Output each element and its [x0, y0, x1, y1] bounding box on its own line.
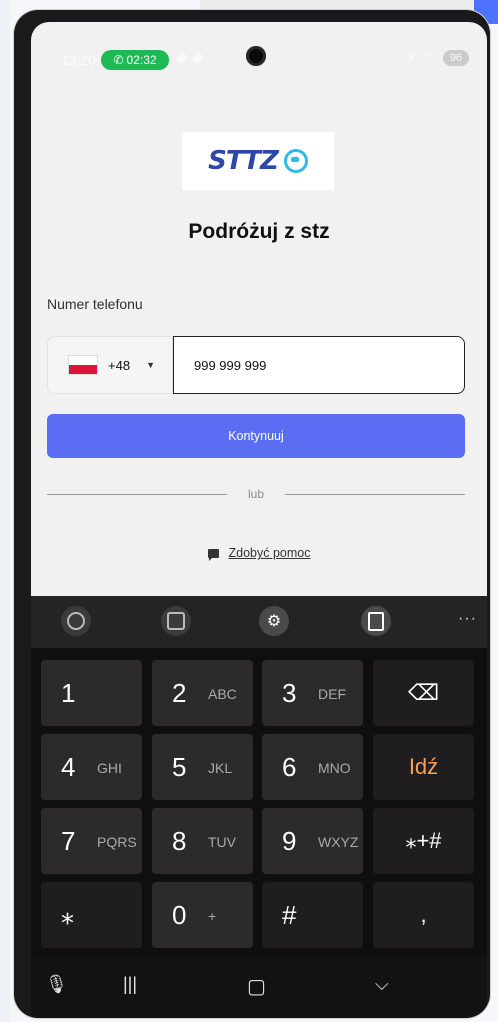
key-8[interactable]: 8 TUV	[152, 808, 253, 874]
divider-line	[47, 494, 227, 495]
battery-indicator: 96	[442, 50, 469, 66]
caret-down-icon: ▼	[146, 360, 155, 370]
clipboard-icon	[368, 611, 384, 631]
more-options-button[interactable]: ···	[458, 610, 477, 628]
continue-button-label: Kontynuuj	[228, 429, 284, 443]
back-icon[interactable]: ⌵	[375, 974, 389, 995]
phone-screen: 13:20 ✆ 02:32 ✕ ◠ 96 STTZ Podróżuj z stz…	[31, 22, 487, 1018]
key-9[interactable]: 9 WXYZ	[262, 808, 363, 874]
notification-icon	[193, 53, 203, 63]
country-code-select[interactable]: +48 ▼	[47, 336, 173, 394]
key-0[interactable]: 0 +	[152, 882, 253, 948]
divider-text: lub	[247, 487, 264, 501]
recent-apps-icon[interactable]: |||	[123, 974, 137, 995]
keyboard-settings-button[interactable]: ⚙	[259, 606, 289, 636]
key-4[interactable]: 4 GHI	[41, 734, 142, 800]
key-asterisk[interactable]: ⁎	[41, 882, 142, 948]
home-icon[interactable]: ▢	[247, 974, 266, 999]
continue-button[interactable]: Kontynuuj	[47, 414, 465, 458]
ongoing-call-pill[interactable]: ✆ 02:32	[101, 50, 169, 70]
mute-icon: ✕	[406, 51, 417, 65]
app-logo: STTZ	[182, 132, 334, 190]
phone-icon: ✆	[113, 53, 124, 67]
poland-flag-icon	[68, 355, 98, 375]
page-title: Podróżuj z stz	[188, 220, 330, 243]
notification-icon	[177, 53, 187, 63]
front-camera	[246, 46, 266, 66]
microphone-icon[interactable]: 🎙	[45, 974, 68, 995]
sticker-icon	[167, 612, 185, 630]
phone-number-label: Numer telefonu	[47, 296, 143, 312]
phone-number-value: 999 999 999	[194, 357, 267, 373]
phone-frame: 13:20 ✆ 02:32 ✕ ◠ 96 STTZ Podróżuj z stz…	[14, 10, 490, 1018]
status-notification-icons	[177, 53, 203, 63]
comma-key-label: ,	[420, 902, 427, 927]
go-key[interactable]: Idź	[373, 734, 474, 800]
chat-icon	[207, 548, 219, 561]
logo-wordmark: STTZ	[208, 146, 279, 176]
key-hash[interactable]: #	[262, 882, 363, 948]
key-3[interactable]: 3 DEF	[262, 660, 363, 726]
desktop-background	[0, 0, 10, 1022]
gear-icon: ⚙	[266, 613, 282, 630]
page: 13:20 ✆ 02:32 ✕ ◠ 96 STTZ Podróżuj z stz…	[0, 0, 498, 1022]
status-time: 13:20	[61, 52, 97, 68]
system-navigation-bar: 🎙 ||| ▢ ⌵	[31, 954, 487, 1018]
key-5[interactable]: 5 JKL	[152, 734, 253, 800]
key-7[interactable]: 7 PQRS	[41, 808, 142, 874]
backspace-icon: ⌫	[407, 680, 440, 705]
symbols-key-label: ⁎+#	[405, 828, 442, 853]
status-system-icons: ✕ ◠ 96	[406, 50, 469, 66]
emoji-icon	[67, 612, 85, 630]
comma-key[interactable]: ,	[373, 882, 474, 948]
sticker-button[interactable]	[161, 606, 191, 636]
clipboard-button[interactable]	[361, 606, 391, 636]
phone-number-input[interactable]: 999 999 999	[173, 336, 465, 394]
symbols-key[interactable]: ⁎+#	[373, 808, 474, 874]
key-6[interactable]: 6 MNO	[262, 734, 363, 800]
key-1[interactable]: 1	[41, 660, 142, 726]
get-help-link[interactable]: Zdobyć pomoc	[31, 546, 487, 561]
wifi-icon: ◠	[424, 51, 435, 65]
get-help-label: Zdobyć pomoc	[228, 546, 311, 560]
call-timer: 02:32	[126, 53, 157, 67]
divider-line	[285, 494, 465, 495]
backspace-key[interactable]: ⌫	[373, 660, 474, 726]
keyboard-toolbar: ⚙ ···	[31, 596, 487, 648]
numeric-keyboard: 1 2 ABC 3 DEF ⌫ 4 GHI 5 JKL 6 MNO Idź 7 …	[31, 648, 487, 954]
emoji-button[interactable]	[61, 606, 91, 636]
key-2[interactable]: 2 ABC	[152, 660, 253, 726]
country-code-value: +48	[108, 357, 131, 373]
location-pin-icon	[283, 149, 308, 173]
go-key-label: Idź	[408, 754, 439, 779]
status-bar: 13:20 ✆ 02:32 ✕ ◠ 96	[31, 22, 487, 70]
